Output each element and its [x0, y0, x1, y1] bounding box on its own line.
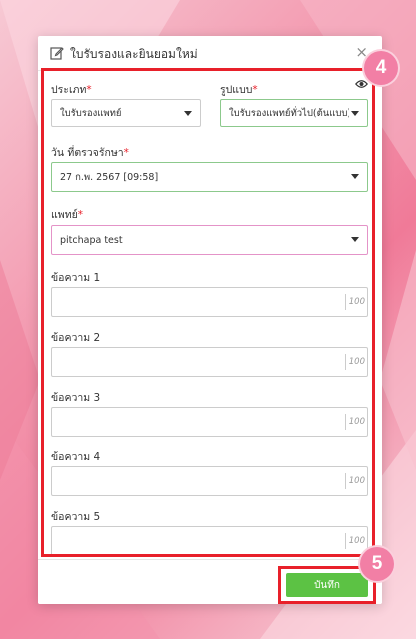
dialog-header: ใบรับรองและยินยอมใหม่ × — [38, 36, 382, 71]
step-badge-4: 4 — [364, 51, 398, 85]
dialog-title: ใบรับรองและยินยอมใหม่ — [70, 47, 198, 61]
form-highlight-frame — [41, 68, 375, 557]
step-badge-5: 5 — [360, 547, 394, 581]
edit-icon — [50, 47, 64, 60]
